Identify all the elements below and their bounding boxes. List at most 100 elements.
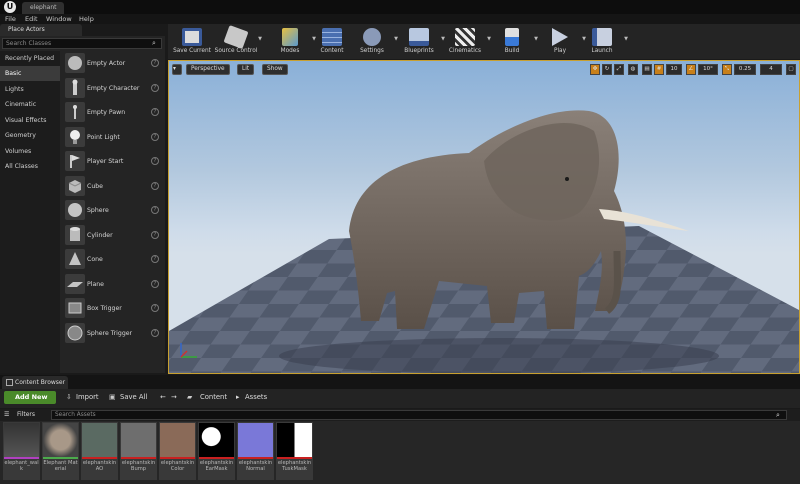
toolbar-label: Modes	[280, 48, 300, 54]
actor-point-light[interactable]: Point Light ?	[62, 126, 164, 149]
actor-sphere-trigger[interactable]: Sphere Trigger ?	[62, 322, 164, 345]
category-geometry[interactable]: Geometry	[0, 128, 60, 143]
search-assets-input[interactable]: Search Assets	[51, 410, 787, 420]
chevron-down-icon[interactable]: ▼	[258, 36, 262, 42]
level-viewport[interactable]	[168, 60, 800, 374]
actor-sphere[interactable]: Sphere ?	[62, 199, 164, 222]
category-basic[interactable]: Basic	[0, 66, 60, 81]
texture-thumbnail	[238, 423, 273, 457]
asset-tile[interactable]: elephantskin TuskMask	[276, 422, 313, 480]
actor-cylinder[interactable]: Cylinder ?	[62, 224, 164, 247]
search-icon[interactable]: ⌕	[152, 39, 160, 48]
launch-button[interactable]: Launch ▼	[580, 26, 628, 58]
grid-snap-value[interactable]: 10	[666, 64, 682, 75]
source-control-icon	[223, 25, 249, 49]
show-button[interactable]: Show	[262, 64, 288, 75]
rotation-snap-value[interactable]: 10°	[698, 64, 718, 75]
info-icon[interactable]: ?	[151, 304, 159, 312]
menu-edit[interactable]: Edit	[25, 14, 38, 24]
world-space-icon[interactable]: ◍	[628, 64, 638, 75]
camera-speed-value[interactable]: 4	[760, 64, 782, 75]
actor-plane[interactable]: Plane ?	[62, 273, 164, 296]
build-button[interactable]: Build ▼	[490, 26, 538, 58]
category-volumes[interactable]: Volumes	[0, 144, 60, 159]
rotation-snap-icon[interactable]: ∠	[686, 64, 696, 75]
asset-tile[interactable]: elephantskin AO	[81, 422, 118, 480]
editor-window: U elephant File Edit Window Help Place A…	[0, 0, 800, 484]
sources-toggle-icon[interactable]: ☰	[4, 409, 9, 421]
actor-label: Cylinder	[87, 232, 113, 239]
asset-tile[interactable]: elephantskin Bump	[120, 422, 157, 480]
import-icon: ⇩	[66, 393, 72, 401]
actor-box-trigger[interactable]: Box Trigger ?	[62, 297, 164, 320]
back-arrow-icon[interactable]: ←	[160, 391, 166, 404]
breadcrumb-content[interactable]: Content	[200, 391, 227, 404]
info-icon[interactable]: ?	[151, 329, 159, 337]
category-all-classes[interactable]: All Classes	[0, 159, 60, 174]
source-control-button[interactable]: Source Control ▼	[214, 25, 262, 58]
category-cinematic[interactable]: Cinematic	[0, 97, 60, 112]
texture-thumbnail	[199, 423, 234, 457]
place-actors-tab[interactable]: Place Actors	[0, 24, 82, 36]
info-icon[interactable]: ?	[151, 280, 159, 288]
import-button[interactable]: Import	[76, 391, 99, 404]
play-button[interactable]: Play ▼	[538, 26, 586, 58]
asset-tile[interactable]: Elephant Material	[42, 422, 79, 480]
actor-cube[interactable]: Cube ?	[62, 175, 164, 198]
grid-snap-icon[interactable]: #	[654, 64, 664, 75]
info-icon[interactable]: ?	[151, 108, 159, 116]
info-icon[interactable]: ?	[151, 206, 159, 214]
asset-tile[interactable]: elephantskin EarMask	[198, 422, 235, 480]
settings-button[interactable]: Settings ▼	[350, 26, 398, 58]
scale-snap-value[interactable]: 0.25	[734, 64, 756, 75]
blueprints-button[interactable]: Blueprints ▼	[397, 26, 445, 58]
actor-empty-character[interactable]: Empty Character ?	[62, 77, 164, 100]
forward-arrow-icon[interactable]: →	[171, 391, 177, 404]
actor-cone[interactable]: Cone ?	[62, 248, 164, 271]
actor-empty-actor[interactable]: Empty Actor ?	[62, 52, 164, 75]
scale-icon[interactable]: ⤢	[614, 64, 624, 75]
asset-tile[interactable]: elephantskin Normal	[237, 422, 274, 480]
search-classes-input[interactable]: Search Classes	[2, 38, 162, 49]
viewport-options-button[interactable]: ▾	[172, 64, 182, 75]
save-current-button[interactable]: Save Current	[170, 26, 214, 58]
scale-snap-icon[interactable]: ⤡	[722, 64, 732, 75]
filters-button[interactable]: Filters	[17, 409, 35, 421]
translate-icon[interactable]: ✥	[590, 64, 600, 75]
rotate-icon[interactable]: ↻	[602, 64, 612, 75]
maximize-viewport-icon[interactable]: ▢	[786, 64, 796, 75]
content-button[interactable]: Content	[310, 26, 354, 58]
chevron-down-icon[interactable]: ▼	[624, 36, 628, 42]
breadcrumb-assets[interactable]: Assets	[245, 391, 267, 404]
add-new-button[interactable]: Add New	[4, 391, 56, 404]
info-icon[interactable]: ?	[151, 182, 159, 190]
surface-snap-icon[interactable]: ▤	[642, 64, 652, 75]
cinematics-button[interactable]: Cinematics ▼	[443, 26, 491, 58]
menu-help[interactable]: Help	[79, 14, 94, 24]
folder-icon: ▰	[187, 393, 193, 401]
info-icon[interactable]: ?	[151, 59, 159, 67]
menu-window[interactable]: Window	[46, 14, 72, 24]
perspective-button[interactable]: Perspective	[186, 64, 230, 75]
info-icon[interactable]: ?	[151, 255, 159, 263]
search-icon[interactable]: ⌕	[776, 409, 780, 421]
blueprints-icon	[409, 28, 429, 46]
asset-tile[interactable]: elephant_walk	[3, 422, 40, 480]
lit-button[interactable]: Lit	[237, 64, 255, 75]
menu-file[interactable]: File	[5, 14, 16, 24]
modes-button[interactable]: Modes ▼	[268, 26, 316, 58]
info-icon[interactable]: ?	[151, 157, 159, 165]
asset-tile[interactable]: elephantskin Color	[159, 422, 196, 480]
asset-type-bar	[199, 457, 234, 459]
category-lights[interactable]: Lights	[0, 82, 60, 97]
info-icon[interactable]: ?	[151, 133, 159, 141]
category-recently-placed[interactable]: Recently Placed	[0, 51, 60, 66]
info-icon[interactable]: ?	[151, 231, 159, 239]
info-icon[interactable]: ?	[151, 84, 159, 92]
actor-empty-pawn[interactable]: Empty Pawn ?	[62, 101, 164, 124]
actor-player-start[interactable]: Player Start ?	[62, 150, 164, 173]
document-tab[interactable]: elephant	[22, 2, 64, 14]
save-all-button[interactable]: Save All	[120, 391, 147, 404]
cube-icon	[65, 176, 85, 196]
category-visual-effects[interactable]: Visual Effects	[0, 113, 60, 128]
